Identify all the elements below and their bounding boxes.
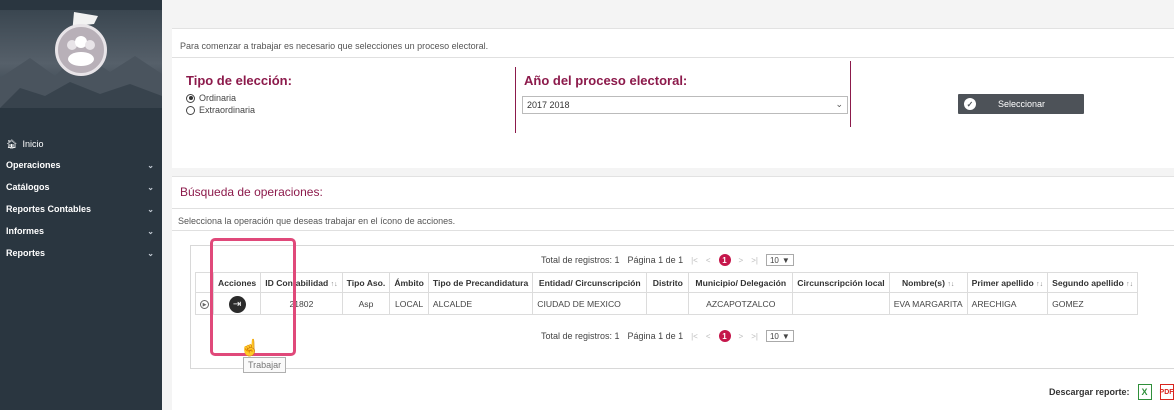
divider [172, 208, 1174, 209]
first-page-icon[interactable]: |< [691, 332, 698, 341]
sidebar-item-reportes[interactable]: Reportes ⌄ [0, 242, 162, 264]
section-divider [850, 61, 851, 127]
logo-banner [0, 10, 162, 108]
radio-button[interactable] [186, 105, 195, 115]
table-cell: CIUDAD DE MEXICO [532, 292, 648, 315]
column-header: Distrito [646, 272, 690, 293]
sort-icon[interactable]: ↑↓ [1126, 281, 1133, 288]
table-row: ▶ ⇥ 21802 Asp LOCAL ALCALDE CIUDAD DE ME… [195, 292, 1139, 315]
column-header: Circunscripción local [792, 272, 890, 293]
radio-extraordinaria[interactable]: Extraordinaria [186, 105, 255, 115]
excel-download-icon[interactable]: X [1137, 384, 1152, 400]
next-page-icon[interactable]: > [739, 332, 744, 341]
table-cell: ARECHIGA [966, 292, 1049, 315]
caret-down-icon: ▼ [781, 331, 790, 341]
anio-proceso-title: Año del proceso electoral: [524, 73, 688, 88]
chevron-down-icon: ⌄ [147, 248, 154, 258]
pager-bottom: Total de registros: 1 Página 1 de 1 |< <… [541, 330, 794, 342]
column-header: Tipo Aso. [341, 272, 391, 293]
chevron-down-icon: ⌄ [147, 226, 154, 236]
sidebar-item-reportes-contables[interactable]: Reportes Contables ⌄ [0, 198, 162, 220]
sort-icon[interactable]: ↑↓ [947, 281, 954, 288]
sidebar-item-inicio[interactable]: 🏠︎ Inicio [0, 134, 162, 154]
sidebar-item-catalogos[interactable]: Catálogos ⌄ [0, 176, 162, 198]
process-info-text: Para comenzar a trabajar es necesario qu… [180, 41, 489, 51]
check-icon: ✓ [964, 98, 976, 110]
section-divider [515, 67, 516, 133]
sidebar-item-informes[interactable]: Informes ⌄ [0, 220, 162, 242]
table-cell [646, 292, 690, 315]
next-page-icon[interactable]: > [739, 256, 744, 265]
sidebar-nav: 🏠︎ Inicio Operaciones ⌄ Catálogos ⌄ Repor… [0, 134, 162, 264]
last-page-icon[interactable]: >| [751, 332, 758, 341]
table-cell: LOCAL [389, 292, 429, 315]
process-selection-panel: Para comenzar a trabajar es necesario qu… [172, 28, 1174, 168]
chevron-down-icon: ⌄ [147, 182, 154, 192]
download-report-bar: Descargar reporte: X PDF [1049, 384, 1174, 400]
sort-icon[interactable]: ↑↓ [331, 281, 338, 288]
home-icon: 🏠︎ [6, 138, 18, 149]
table-cell: Asp [341, 292, 391, 315]
column-header[interactable]: Nombre(s) ↑↓ [888, 272, 968, 293]
column-header: Ámbito [389, 272, 429, 293]
table-header-row: Acciones ID Contabilidad ↑↓ Tipo Aso. Ám… [195, 272, 1139, 293]
column-header[interactable]: Primer apellido ↑↓ [966, 272, 1049, 293]
chevron-down-icon: ⌄ [147, 160, 154, 170]
radio-ordinaria[interactable]: Ordinaria [186, 93, 236, 103]
people-logo-icon [55, 24, 107, 76]
caret-down-icon: ▼ [781, 255, 790, 265]
sidebar-item-operaciones[interactable]: Operaciones ⌄ [0, 154, 162, 176]
column-header[interactable]: Segundo apellido ↑↓ [1047, 272, 1139, 293]
chevron-down-icon: ⌄ [835, 99, 843, 109]
page-number-button[interactable]: 1 [718, 330, 731, 342]
divider [172, 230, 1174, 231]
column-header: Entidad/ Circunscripción [532, 272, 648, 293]
radio-button[interactable] [186, 93, 195, 103]
table-cell: AZCAPOTZALCO [688, 292, 794, 315]
table-cell: ALCALDE [427, 292, 534, 315]
hand-cursor-icon: ☝ [240, 340, 260, 357]
trabajar-tooltip: Trabajar [243, 357, 287, 373]
page-number-button[interactable]: 1 [718, 254, 731, 266]
page-size-select[interactable]: 10 ▼ [765, 254, 794, 266]
chevron-down-icon: ⌄ [147, 204, 154, 214]
sidebar: 🏠︎ Inicio Operaciones ⌄ Catálogos ⌄ Repor… [0, 0, 162, 410]
last-page-icon[interactable]: >| [751, 256, 758, 265]
anio-select[interactable]: 2017 2018 ⌄ [522, 96, 848, 114]
table-cell: EVA MARGARITA [888, 292, 968, 315]
prev-page-icon[interactable]: < [706, 256, 711, 265]
seleccionar-button[interactable]: ✓ Seleccionar [958, 94, 1084, 114]
tipo-eleccion-title: Tipo de elección: [186, 73, 292, 88]
operations-table-box: Total de registros: 1 Página 1 de 1 |< <… [190, 245, 1174, 369]
search-operations-panel: Búsqueda de operaciones: Selecciona la o… [172, 176, 1174, 410]
page-size-select[interactable]: 10 ▼ [765, 330, 794, 342]
first-page-icon[interactable]: |< [691, 256, 698, 265]
operations-table: Acciones ID Contabilidad ↑↓ Tipo Aso. Ám… [195, 272, 1139, 315]
column-header: Municipio/ Delegación [688, 272, 794, 293]
sort-icon[interactable]: ↑↓ [1036, 281, 1043, 288]
pager-top: Total de registros: 1 Página 1 de 1 |< <… [541, 254, 794, 266]
column-header: Tipo de Precandidatura [427, 272, 534, 293]
table-cell [792, 292, 890, 315]
prev-page-icon[interactable]: < [706, 332, 711, 341]
divider [172, 57, 1174, 58]
table-cell: GOMEZ [1047, 292, 1139, 315]
expand-icon[interactable]: ▶ [200, 300, 209, 310]
search-title: Búsqueda de operaciones: [180, 185, 323, 199]
search-instruction: Selecciona la operación que deseas traba… [178, 216, 456, 226]
pdf-download-icon[interactable]: PDF [1159, 384, 1174, 400]
